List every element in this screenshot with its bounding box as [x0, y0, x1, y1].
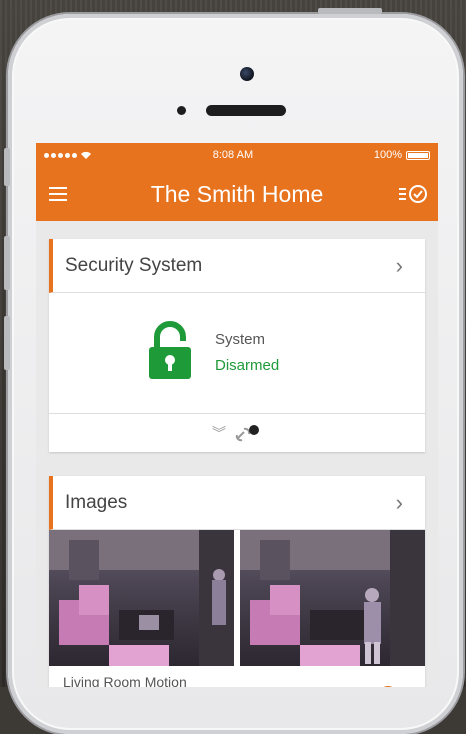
volume-down-button: [4, 316, 10, 370]
image-caption: Living Room Motion: [49, 666, 425, 687]
battery-icon: [406, 150, 430, 160]
signal-area: [44, 151, 92, 160]
images-header[interactable]: Images ›: [49, 476, 425, 530]
link-icon[interactable]: [234, 424, 262, 442]
image-caption-text: Living Room Motion: [63, 674, 187, 687]
wifi-icon: [81, 151, 91, 159]
earpiece-speaker: [206, 105, 286, 116]
mute-switch: [4, 148, 10, 186]
status-bar: 8:08 AM 100%: [36, 143, 438, 167]
system-state: Disarmed: [215, 357, 280, 374]
camera-thumbnail-1[interactable]: [49, 530, 234, 666]
front-camera: [240, 67, 254, 81]
volume-up-button: [4, 236, 10, 290]
unlocked-padlock-icon: [149, 321, 191, 379]
images-title: Images: [65, 491, 128, 513]
power-button: [318, 8, 382, 14]
system-label: System: [215, 331, 266, 348]
security-status-panel[interactable]: System Disarmed: [49, 293, 425, 414]
checklist-icon[interactable]: [396, 181, 430, 207]
camera-thumbnail-2[interactable]: [240, 530, 425, 666]
security-system-card: Security System › System Disarmed ︾: [49, 239, 425, 452]
battery-indicator: 100%: [374, 149, 430, 161]
images-card: Images › Living Room Motion: [49, 476, 425, 687]
hamburger-menu-icon[interactable]: [44, 181, 72, 207]
chevron-right-icon: ›: [395, 489, 403, 515]
app-screen: 8:08 AM 100% The Smith Home Security Sys…: [36, 143, 438, 687]
page-title: The Smith Home: [150, 180, 324, 207]
proximity-sensor: [177, 106, 186, 115]
image-thumbnails: [49, 530, 425, 666]
chevron-right-icon: ›: [395, 252, 403, 278]
security-system-header[interactable]: Security System ›: [49, 239, 425, 293]
expand-chevron-icon[interactable]: ︾: [212, 423, 226, 443]
status-time: 8:08 AM: [212, 149, 254, 161]
security-card-footer: ︾: [49, 414, 425, 452]
nav-bar: The Smith Home: [36, 167, 438, 221]
security-system-title: Security System: [65, 254, 203, 276]
signal-icon: [44, 152, 77, 158]
battery-percent: 100%: [373, 149, 402, 161]
